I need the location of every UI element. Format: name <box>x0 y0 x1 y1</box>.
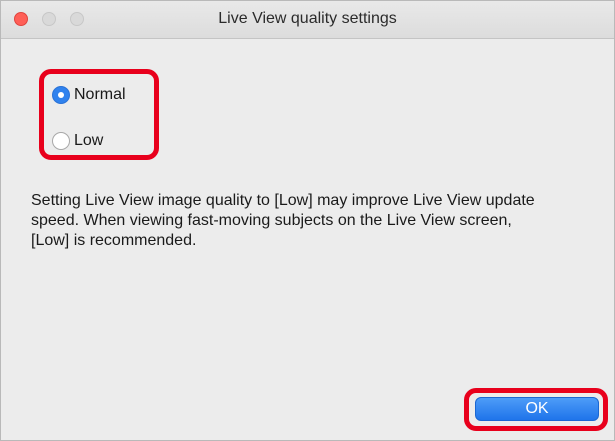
ok-button[interactable]: OK <box>475 397 599 421</box>
window-title: Live View quality settings <box>218 10 397 27</box>
title-bar: Live View quality settings <box>1 1 614 39</box>
highlight-box-radio-group <box>39 69 159 160</box>
description-line: speed. When viewing fast-moving subjects… <box>31 212 512 229</box>
description-line: [Low] is recommended. <box>31 232 197 249</box>
description-text: Setting Live View image quality to [Low]… <box>31 191 611 251</box>
description-line: Setting Live View image quality to [Low]… <box>31 192 535 209</box>
dialog-window: Live View quality settings Normal Low Se… <box>0 0 615 441</box>
